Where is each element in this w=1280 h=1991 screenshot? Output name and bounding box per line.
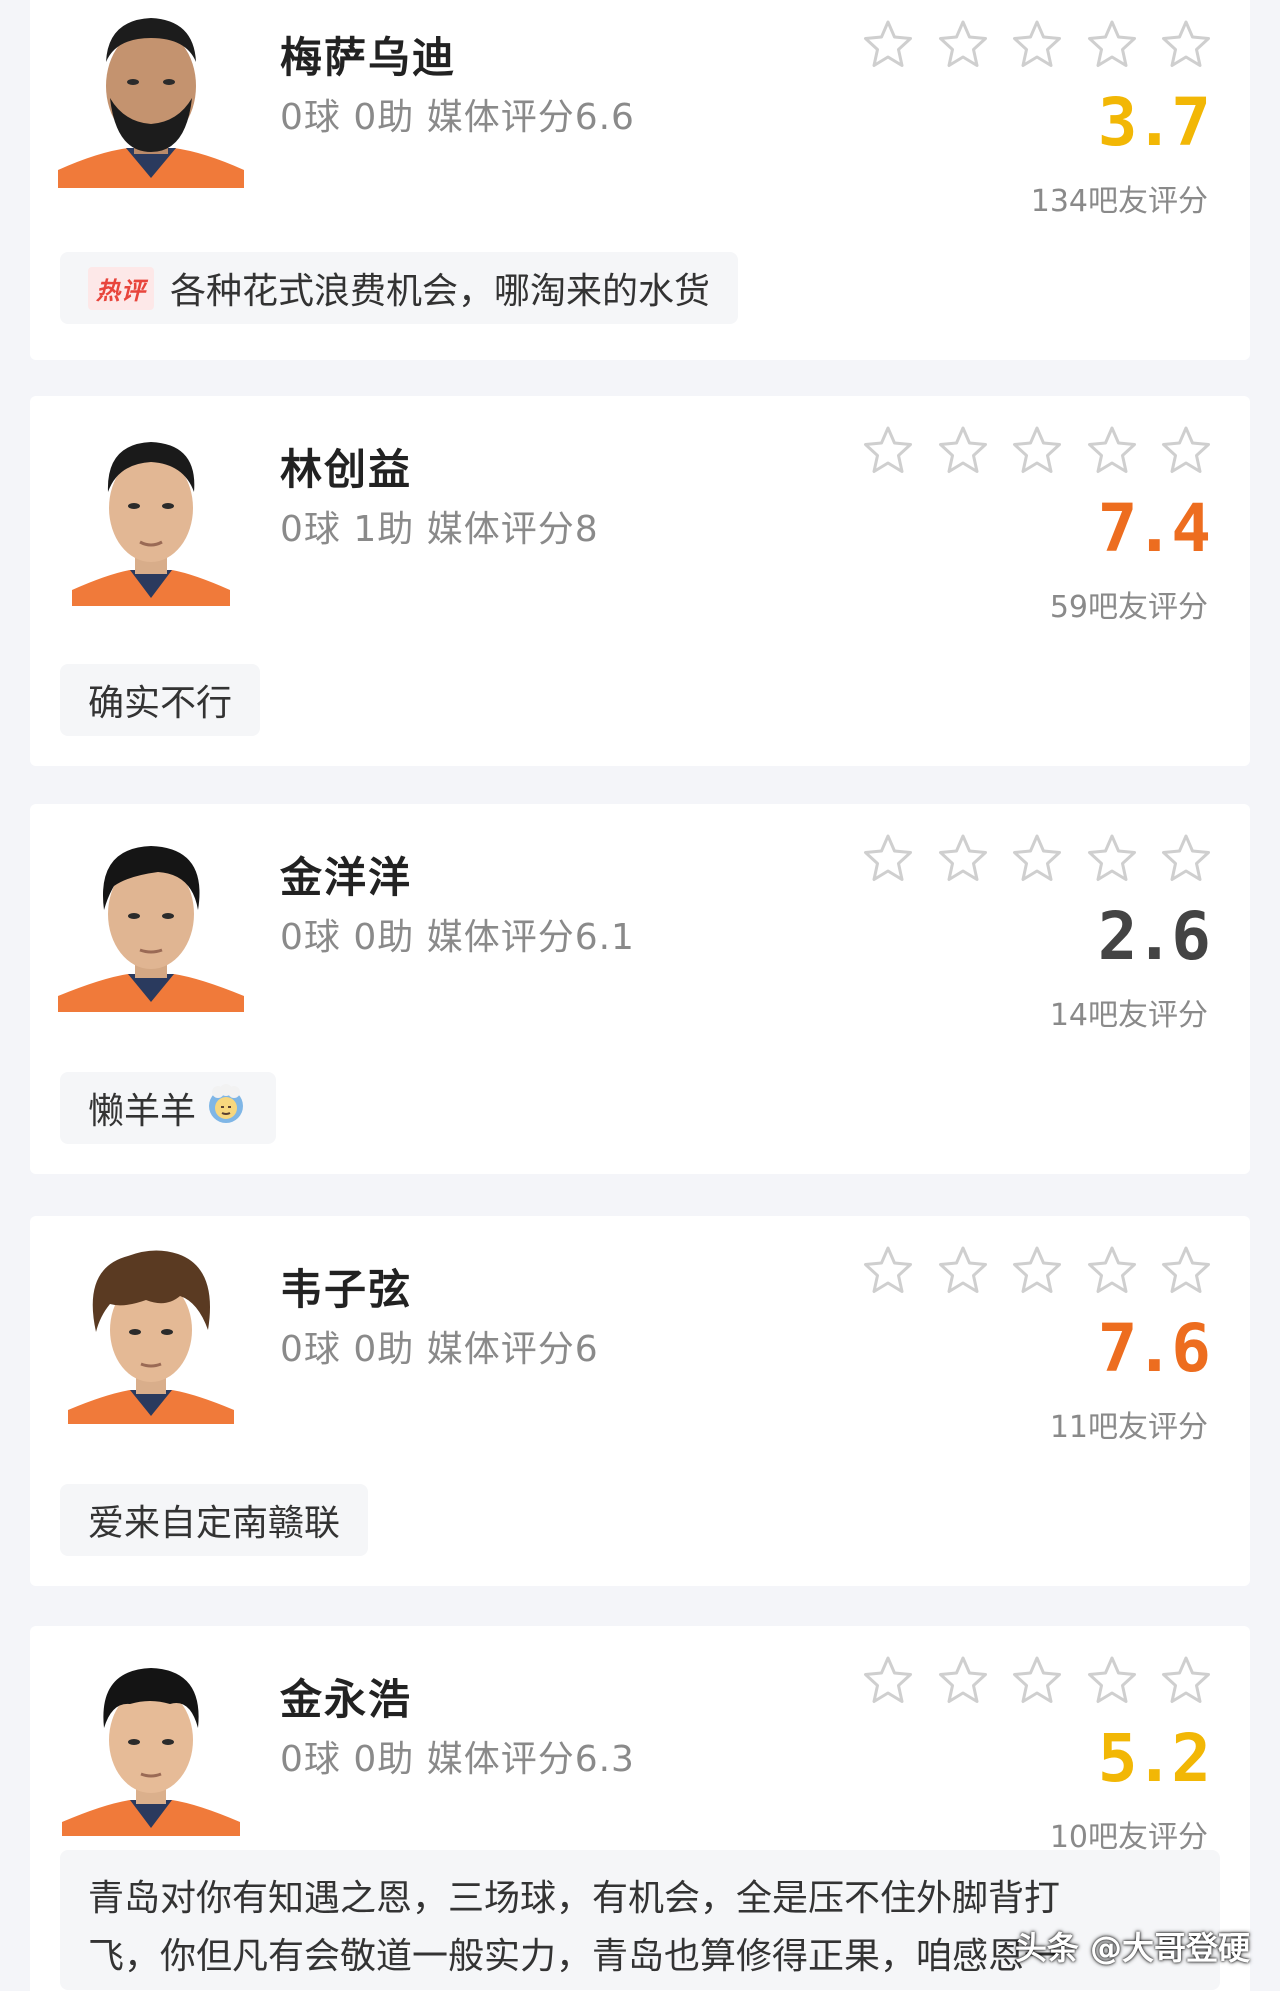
comment-text-line: 青岛对你有知遇之恩，三场球，有机会，全是压不住外脚背打 xyxy=(88,1878,1061,1919)
rating-stars[interactable] xyxy=(862,424,1212,476)
player-avatar xyxy=(58,2,244,188)
hot-comment[interactable]: 青岛对你有知遇之恩，三场球，有机会，全是压不住外脚背打 飞，你但凡有会敬道一般实… xyxy=(60,1850,1220,1990)
star-outline-icon[interactable] xyxy=(1011,832,1063,884)
comment-text: 各种花式浪费机会，哪淘来的水货 xyxy=(170,271,711,312)
player-card[interactable]: 金洋洋 0球 0助 媒体评分6.1 2.6 14吧友评分 懒羊羊 xyxy=(30,804,1250,1174)
rating-stars[interactable] xyxy=(862,832,1212,884)
star-outline-icon[interactable] xyxy=(1160,832,1212,884)
player-stats: 0球 0助 媒体评分6.3 xyxy=(280,1739,635,1780)
star-outline-icon[interactable] xyxy=(937,1244,989,1296)
star-outline-icon[interactable] xyxy=(937,424,989,476)
player-name: 梅萨乌迪 xyxy=(280,33,457,82)
star-outline-icon[interactable] xyxy=(1160,1654,1212,1706)
rating-stars[interactable] xyxy=(862,1654,1212,1706)
player-card[interactable]: 林创益 0球 1助 媒体评分8 7.4 59吧友评分 确实不行 xyxy=(30,396,1250,766)
fan-score: 3.7 xyxy=(1097,84,1211,161)
fan-score: 2.6 xyxy=(1097,898,1211,975)
fan-vote-count: 134吧友评分 xyxy=(1030,184,1208,219)
player-name: 林创益 xyxy=(280,445,413,494)
fan-score: 7.4 xyxy=(1097,490,1211,567)
star-outline-icon[interactable] xyxy=(937,18,989,70)
star-outline-icon[interactable] xyxy=(1086,1244,1138,1296)
star-outline-icon[interactable] xyxy=(1011,1244,1063,1296)
star-outline-icon[interactable] xyxy=(937,832,989,884)
player-name: 金永浩 xyxy=(280,1675,413,1724)
player-rating-page: 梅萨乌迪 0球 0助 媒体评分6.6 3.7 134吧友评分 热评 各种花式浪费… xyxy=(0,0,1280,1991)
fan-vote-count: 59吧友评分 xyxy=(1049,590,1208,625)
comment-text: 懒羊羊 xyxy=(88,1091,197,1132)
star-outline-icon[interactable] xyxy=(1086,18,1138,70)
player-stats: 0球 0助 媒体评分6.1 xyxy=(280,917,635,958)
star-outline-icon[interactable] xyxy=(1160,1244,1212,1296)
comment-text: 确实不行 xyxy=(88,683,233,724)
player-card[interactable]: 梅萨乌迪 0球 0助 媒体评分6.6 3.7 134吧友评分 热评 各种花式浪费… xyxy=(30,0,1250,360)
fan-score: 5.2 xyxy=(1097,1720,1211,1797)
star-outline-icon[interactable] xyxy=(1086,424,1138,476)
hot-comment[interactable]: 懒羊羊 xyxy=(60,1072,277,1144)
player-avatar xyxy=(58,1238,244,1424)
player-avatar xyxy=(58,826,244,1012)
watermark: 头条 @大哥登硬 xyxy=(1014,1929,1250,1967)
player-card[interactable]: 韦子弦 0球 0助 媒体评分6 7.6 11吧友评分 爱来自定南赣联 xyxy=(30,1216,1250,1586)
star-outline-icon[interactable] xyxy=(937,1654,989,1706)
player-stats: 0球 0助 媒体评分6.6 xyxy=(280,97,635,138)
star-outline-icon[interactable] xyxy=(862,18,914,70)
fan-vote-count: 14吧友评分 xyxy=(1049,998,1208,1033)
rating-stars[interactable] xyxy=(862,1244,1212,1296)
hot-comment[interactable]: 热评 各种花式浪费机会，哪淘来的水货 xyxy=(60,252,739,324)
sheep-emoji-icon xyxy=(204,1082,248,1135)
comment-text: 爱来自定南赣联 xyxy=(88,1503,341,1544)
star-outline-icon[interactable] xyxy=(862,1244,914,1296)
player-stats: 0球 1助 媒体评分8 xyxy=(280,509,599,550)
star-outline-icon[interactable] xyxy=(862,1654,914,1706)
fan-vote-count: 11吧友评分 xyxy=(1049,1410,1208,1445)
star-outline-icon[interactable] xyxy=(1086,1654,1138,1706)
hot-comment-badge: 热评 xyxy=(88,266,154,310)
star-outline-icon[interactable] xyxy=(1160,424,1212,476)
player-name: 金洋洋 xyxy=(280,853,413,902)
player-name: 韦子弦 xyxy=(280,1265,413,1314)
star-outline-icon[interactable] xyxy=(1086,832,1138,884)
fan-score: 7.6 xyxy=(1097,1310,1211,1387)
player-avatar xyxy=(58,1650,244,1836)
hot-comment[interactable]: 爱来自定南赣联 xyxy=(60,1484,369,1556)
rating-stars[interactable] xyxy=(862,18,1212,70)
star-outline-icon[interactable] xyxy=(1160,18,1212,70)
star-outline-icon[interactable] xyxy=(1011,18,1063,70)
player-avatar xyxy=(58,420,244,606)
star-outline-icon[interactable] xyxy=(862,424,914,476)
star-outline-icon[interactable] xyxy=(1011,1654,1063,1706)
star-outline-icon[interactable] xyxy=(1011,424,1063,476)
star-outline-icon[interactable] xyxy=(862,832,914,884)
player-stats: 0球 0助 媒体评分6 xyxy=(280,1329,599,1370)
hot-comment[interactable]: 确实不行 xyxy=(60,664,261,736)
